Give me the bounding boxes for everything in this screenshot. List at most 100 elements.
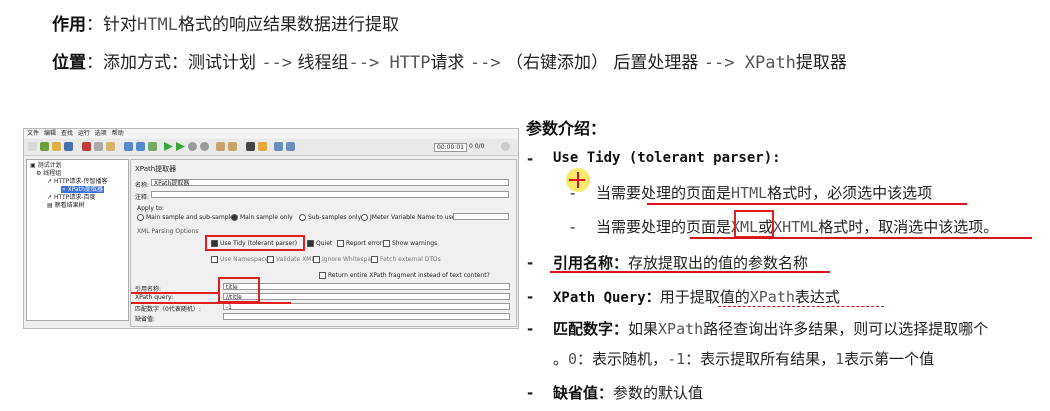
templates-icon[interactable] — [40, 142, 49, 151]
toggle-icon[interactable] — [148, 142, 157, 151]
cursor-icon-h — [569, 179, 585, 181]
arrow-4: --> — [703, 53, 735, 73]
jmeter-var-field[interactable] — [453, 213, 509, 220]
test-plan-tree: ▣ 测试计划 ⚙ 线程组 ↗ HTTP请求-传智播客 » XPath提取器 ↗ … — [26, 159, 129, 321]
comment-label: 注释: — [135, 194, 150, 201]
menu-file[interactable]: 文件 — [27, 129, 39, 138]
apply-main-and-sub[interactable]: Main sample and sub-samples — [137, 214, 237, 221]
match-no-field[interactable]: -1 — [223, 303, 510, 311]
help-icon[interactable] — [286, 142, 295, 151]
panel-title: XPath提取器 — [135, 165, 177, 173]
location-line: 位置：添加方式：测试计划 --> 线程组--> HTTP请求 --> （右键添加… — [52, 48, 847, 73]
start-no-pause-icon[interactable] — [176, 142, 185, 151]
new-icon[interactable] — [28, 142, 37, 151]
underline-tidy-sub-1 — [647, 203, 967, 205]
match-no-note: 匹配数字：如果XPath路径查询出许多结果，则可以选择提取哪个 — [553, 320, 989, 338]
dash-sub-2: - — [570, 218, 576, 236]
tidy-sub-1: 当需要处理的页面是HTML格式时，必须选中该选项 — [596, 184, 933, 202]
location-mono: HTTP — [379, 53, 431, 73]
notes-title: 参数介绍： — [526, 119, 607, 138]
comment-field[interactable] — [151, 191, 509, 198]
ignore-whitespace-checkbox[interactable]: Ignore Whitespace — [313, 256, 378, 263]
xpath-query-note: XPath Query：用于提取值的XPath表达式 — [553, 288, 840, 306]
tree-item-http-baidu[interactable]: ↗ HTTP请求-百度 — [47, 194, 95, 201]
function-helper-icon[interactable] — [274, 142, 283, 151]
highlight-ref-xpath — [218, 277, 260, 303]
ref-name-field[interactable]: title — [223, 283, 510, 291]
name-field[interactable]: XPath提取器 — [151, 179, 509, 187]
tree-item-thread-group[interactable]: ⚙ 线程组 — [36, 170, 61, 177]
menu-run[interactable]: 运行 — [78, 129, 90, 138]
start-icon[interactable] — [164, 142, 173, 151]
underline-tidy-sub-2 — [690, 237, 1032, 239]
collapse-icon[interactable] — [136, 142, 145, 151]
location-label: 位置 — [52, 53, 86, 73]
underline-xpath-query — [131, 302, 291, 304]
expand-icon[interactable] — [124, 142, 133, 151]
search-icon[interactable] — [246, 142, 255, 151]
quiet-checkbox[interactable]: Quiet — [307, 240, 332, 247]
use-namespaces-checkbox[interactable]: Use Namespaces — [211, 256, 272, 263]
xpath-query-field[interactable]: //title — [223, 293, 510, 301]
xpath-extractor-panel: XPath提取器 名称: XPath提取器 注释: Apply to: Main… — [130, 159, 517, 327]
show-warnings-checkbox[interactable]: Show warnings — [383, 240, 437, 247]
arrow-2: --> — [348, 53, 380, 73]
purpose-line: 作用：针对HTML格式的响应结果数据进行提取 — [52, 10, 399, 35]
menu-edit[interactable]: 编辑 — [44, 129, 56, 138]
xml-parsing-label: XML Parsing Options — [137, 228, 199, 235]
default-value-label: 缺省值: — [135, 316, 156, 323]
purpose-label: 作用 — [52, 15, 86, 35]
arrow-3: --> — [469, 53, 501, 73]
copy-icon[interactable] — [94, 142, 103, 151]
apply-jmeter-var[interactable]: JMeter Variable Name to use — [361, 214, 455, 221]
tree-item-results-tree[interactable]: ▤ 察看结果树 — [47, 202, 85, 209]
tree-item-xpath-extractor[interactable]: » XPath提取器 — [61, 186, 104, 193]
tree-item-test-plan[interactable]: ▣ 测试计划 — [30, 162, 62, 169]
cut-icon[interactable] — [82, 142, 91, 151]
menu-search[interactable]: 查找 — [61, 129, 73, 138]
report-errors-checkbox[interactable]: Report errors — [337, 240, 385, 247]
broom-icon[interactable] — [216, 142, 225, 151]
log-icon[interactable] — [501, 142, 510, 151]
fetch-dtds-checkbox[interactable]: Fetch external DTDs — [371, 256, 441, 263]
dash-3: - — [527, 288, 534, 306]
stop-icon[interactable] — [188, 142, 197, 151]
jmeter-screenshot: 文件 编辑 查找 运行 选项 帮助 00:00:01 0 0/0 ▣ 测试计划 … — [23, 128, 519, 329]
dash-5: - — [527, 384, 534, 402]
purpose-text-b: 格式的响应结果数据进行提取 — [177, 15, 399, 35]
match-no-label: 匹配数字（0代表随机）: — [135, 306, 201, 313]
highlight-xml — [734, 210, 774, 238]
return-fragment-checkbox[interactable]: Return entire XPath fragment instead of … — [319, 272, 490, 279]
menu-help[interactable]: 帮助 — [112, 129, 124, 138]
tree-item-http-itcast[interactable]: ↗ HTTP请求-传智播客 — [47, 178, 107, 185]
validate-xml-checkbox[interactable]: Validate XML — [267, 256, 315, 263]
dash-1: - — [527, 150, 534, 168]
purpose-mono: HTML — [137, 15, 178, 35]
location-mono-2: XPath — [734, 53, 796, 73]
location-text-a: ：添加方式：测试计划 — [86, 53, 262, 73]
ref-name-note: 引用名称：存放提取出的值的参数名称 — [553, 254, 809, 272]
menu-options[interactable]: 选项 — [95, 129, 107, 138]
underline-ref-name — [131, 292, 219, 294]
underline-ref-name-note — [550, 271, 830, 273]
shutdown-icon[interactable] — [200, 142, 209, 151]
open-icon[interactable] — [52, 142, 61, 151]
toolbar: 00:00:01 0 0/0 — [24, 139, 518, 156]
arrow-1: --> — [261, 53, 293, 73]
apply-main-only[interactable]: Main sample only — [231, 214, 293, 221]
elapsed-timer: 00:00:01 — [434, 143, 467, 152]
xpath-query-label: XPath query: — [135, 294, 174, 301]
use-tidy-title: Use Tidy (tolerant parser): — [553, 150, 781, 166]
default-value-field[interactable] — [223, 313, 510, 320]
highlight-use-tidy — [205, 235, 305, 251]
location-text-c: 请求 — [430, 53, 470, 73]
apply-sub-only[interactable]: Sub-samples only — [299, 214, 361, 221]
clear-all-icon[interactable] — [228, 142, 237, 151]
match-no-note-2: 。0：表示随机，-1：表示提取所有结果，1表示第一个值 — [553, 350, 935, 368]
underline-xpath-note — [718, 306, 884, 308]
menu-bar: 文件 编辑 查找 运行 选项 帮助 — [24, 129, 518, 138]
paste-icon[interactable] — [106, 142, 115, 151]
save-icon[interactable] — [64, 142, 73, 151]
apply-to-label: Apply to: — [137, 205, 164, 212]
reset-search-icon[interactable] — [258, 142, 267, 151]
